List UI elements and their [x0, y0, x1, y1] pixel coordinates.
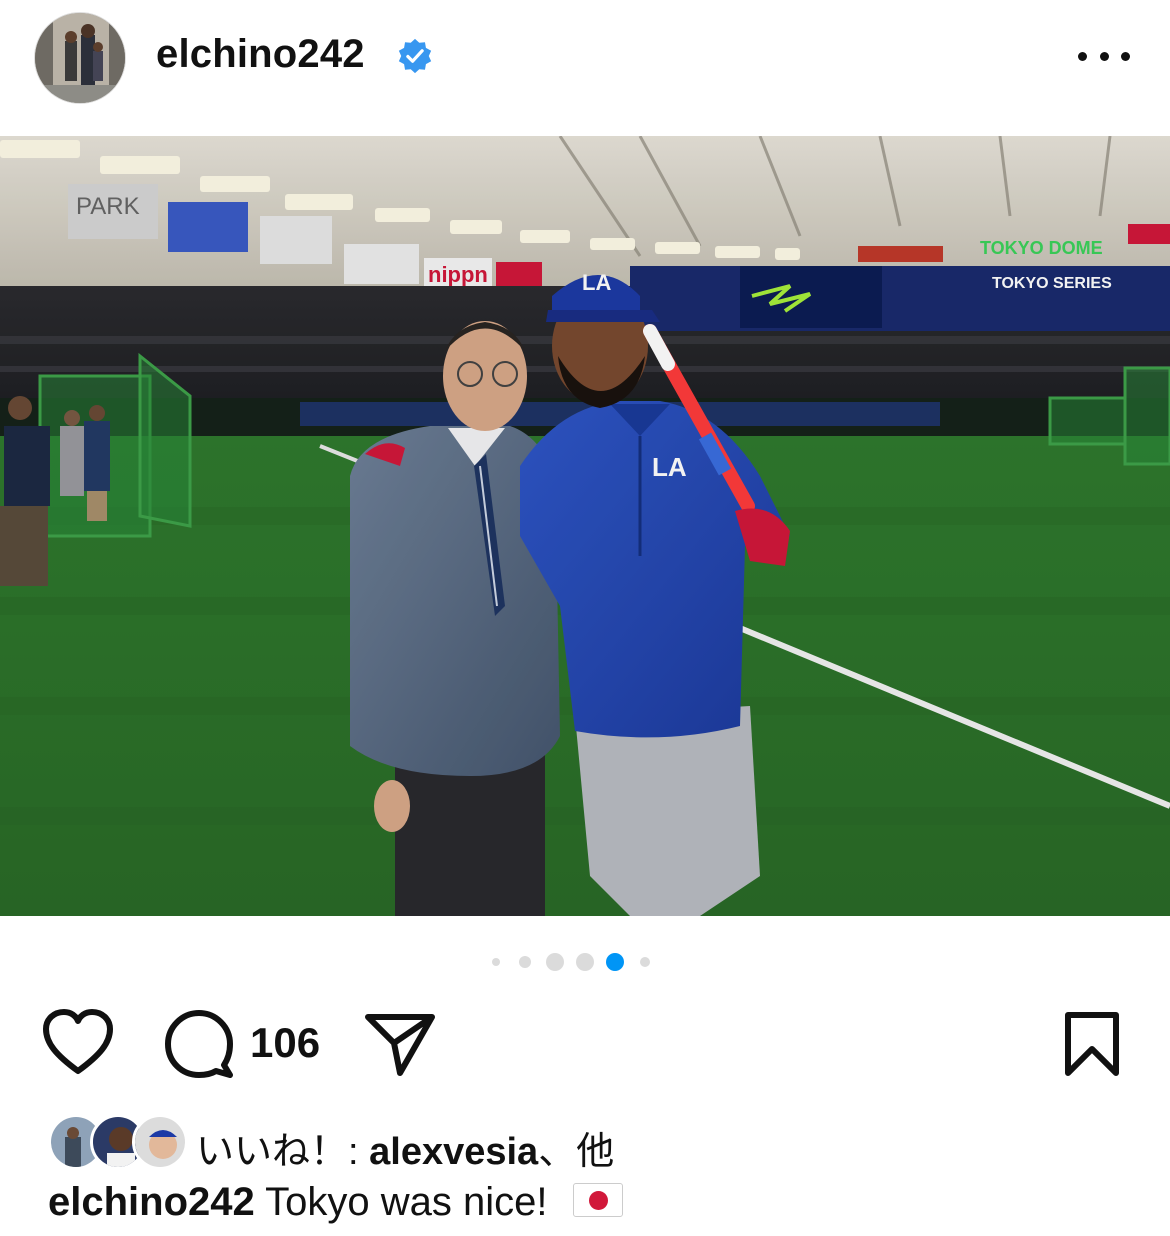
caption-username[interactable]: elchino242 [48, 1180, 255, 1224]
japan-flag-icon [572, 1183, 623, 1218]
likes-suffix: 、他 [538, 1131, 615, 1173]
likes-prefix: いいね！: [196, 1131, 370, 1173]
carousel-dot [640, 957, 650, 967]
carousel-dot [576, 953, 594, 971]
post-photo[interactable]: PARK nippn TOKYO DOME TOKYO SERIES LA LA [0, 136, 1170, 916]
verified-badge-icon [398, 38, 432, 74]
carousel-dot-active [606, 953, 624, 971]
more-dot [1121, 51, 1130, 61]
paper-plane-icon[interactable] [364, 1011, 436, 1077]
carousel-indicator [0, 950, 1170, 974]
carousel-dot [492, 958, 500, 966]
heart-icon[interactable] [42, 1009, 114, 1075]
profile-avatar[interactable] [34, 12, 126, 104]
carousel-dot [519, 956, 531, 968]
caption-text: Tokyo was nice! [265, 1180, 548, 1224]
post-header: elchino242 [0, 0, 1170, 112]
more-dot [1078, 51, 1087, 61]
comment-count[interactable]: 106 [250, 1019, 320, 1067]
likes-summary[interactable]: いいね！: alexvesia、他 [48, 1112, 1148, 1175]
liker-avatar [132, 1114, 188, 1170]
action-bar [0, 1005, 1170, 1085]
bookmark-icon[interactable] [1062, 1011, 1122, 1077]
post-caption: elchino242 Tokyo was nice! [48, 1180, 1148, 1225]
carousel-dot [546, 953, 564, 971]
more-dot [1099, 51, 1109, 61]
post-username[interactable]: elchino242 [156, 32, 365, 77]
likes-user[interactable]: alexvesia [369, 1131, 538, 1173]
likes-text: いいね！: alexvesia、他 [196, 1120, 614, 1175]
comment-bubble-icon[interactable] [164, 1009, 236, 1079]
more-options-icon[interactable] [1078, 38, 1130, 74]
